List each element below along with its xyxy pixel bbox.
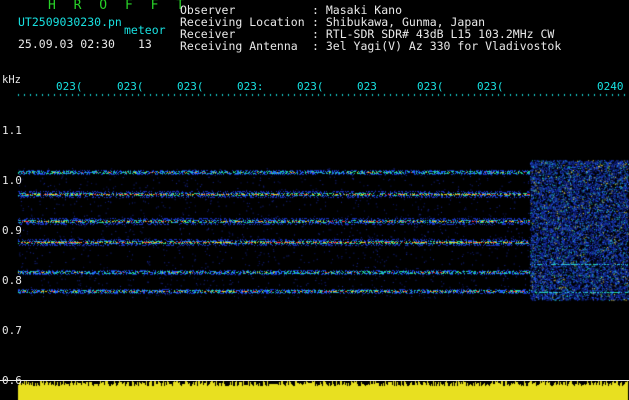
time-tick: 0240	[597, 80, 624, 93]
station-info-labels: Observer Receiving Location Receiver Rec…	[180, 3, 305, 53]
station-info-values: : Masaki Kano : Shibukawa, Gunma, Japan …	[312, 3, 562, 53]
time-tick: 023(	[297, 80, 324, 93]
time-tick: 023(	[56, 80, 83, 93]
spectrogram-plot-area	[18, 94, 628, 380]
time-tick: 023(	[117, 80, 144, 93]
frequency-unit-label: kHz	[2, 74, 21, 86]
file-name: UT2509030230.pn	[18, 15, 122, 29]
meteor-count: 13	[138, 37, 152, 51]
mode-label: meteor	[124, 23, 166, 37]
time-tick: 023(	[417, 80, 444, 93]
time-tick: 023:	[237, 80, 264, 93]
time-tick: 023(	[177, 80, 204, 93]
date-time: 25.09.03 02:30	[18, 37, 115, 51]
time-tick: 023	[357, 80, 377, 93]
noise-baseline	[0, 380, 629, 381]
app-title: H R O F F T	[48, 0, 190, 13]
time-tick: 023(	[477, 80, 504, 93]
